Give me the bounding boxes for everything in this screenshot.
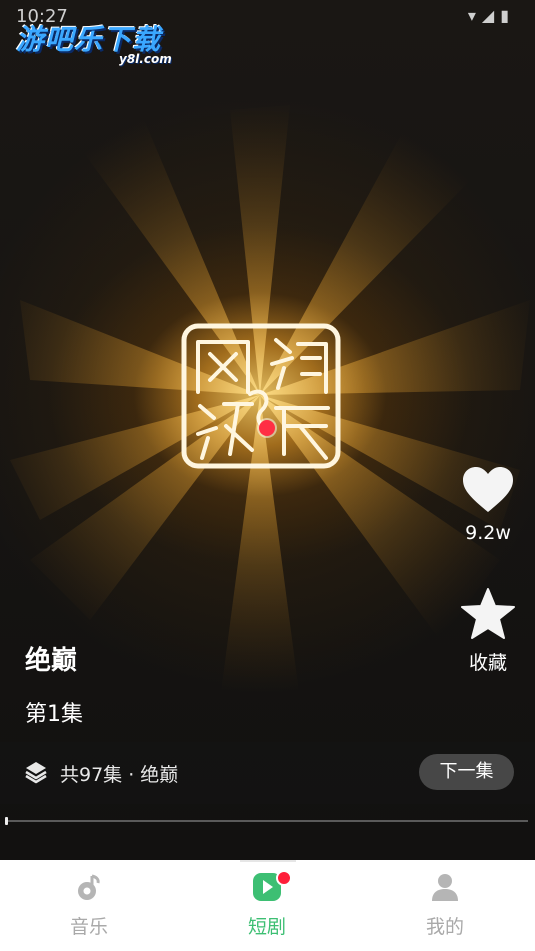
watermark-logo: 游吧乐下载 y8l.com <box>16 18 172 66</box>
drama-title: 绝巅 <box>25 646 78 676</box>
tab-music[interactable]: 音乐 <box>34 872 144 939</box>
next-episode-button[interactable]: 下一集 <box>419 754 514 790</box>
series-info: 共97集 · 绝巅 <box>60 764 179 786</box>
record-indicator <box>259 420 275 436</box>
like-count: 9.2w <box>465 522 511 544</box>
user-icon <box>432 874 458 901</box>
like-button[interactable]: 9.2w <box>461 466 515 544</box>
star-icon <box>461 588 515 639</box>
tab-drama-label: 短剧 <box>247 916 286 938</box>
bottom-tab-bar: 音乐 短剧 我的 <box>0 860 535 951</box>
glowing-seal-logo <box>181 323 341 469</box>
episode-label: 第1集 <box>25 702 83 727</box>
watermark-subtitle: y8l.com <box>119 52 172 66</box>
tab-music-label: 音乐 <box>69 916 108 938</box>
music-note-icon <box>78 874 100 900</box>
notification-dot <box>276 870 292 886</box>
active-tab-indicator <box>240 860 296 862</box>
tab-mine-label: 我的 <box>425 916 464 938</box>
tab-mine[interactable]: 我的 <box>390 872 500 939</box>
series-bar[interactable]: 共97集 · 绝巅 下一集 <box>0 742 535 804</box>
favorite-button[interactable]: 收藏 <box>461 588 515 675</box>
layers-icon <box>25 762 47 784</box>
progress-knob[interactable] <box>5 817 8 825</box>
favorite-label: 收藏 <box>468 652 507 674</box>
progress-bar[interactable] <box>5 817 528 825</box>
heart-icon <box>463 467 513 512</box>
status-icons: ▾◢▮ <box>467 6 515 25</box>
tab-drama[interactable]: 短剧 <box>212 870 322 939</box>
